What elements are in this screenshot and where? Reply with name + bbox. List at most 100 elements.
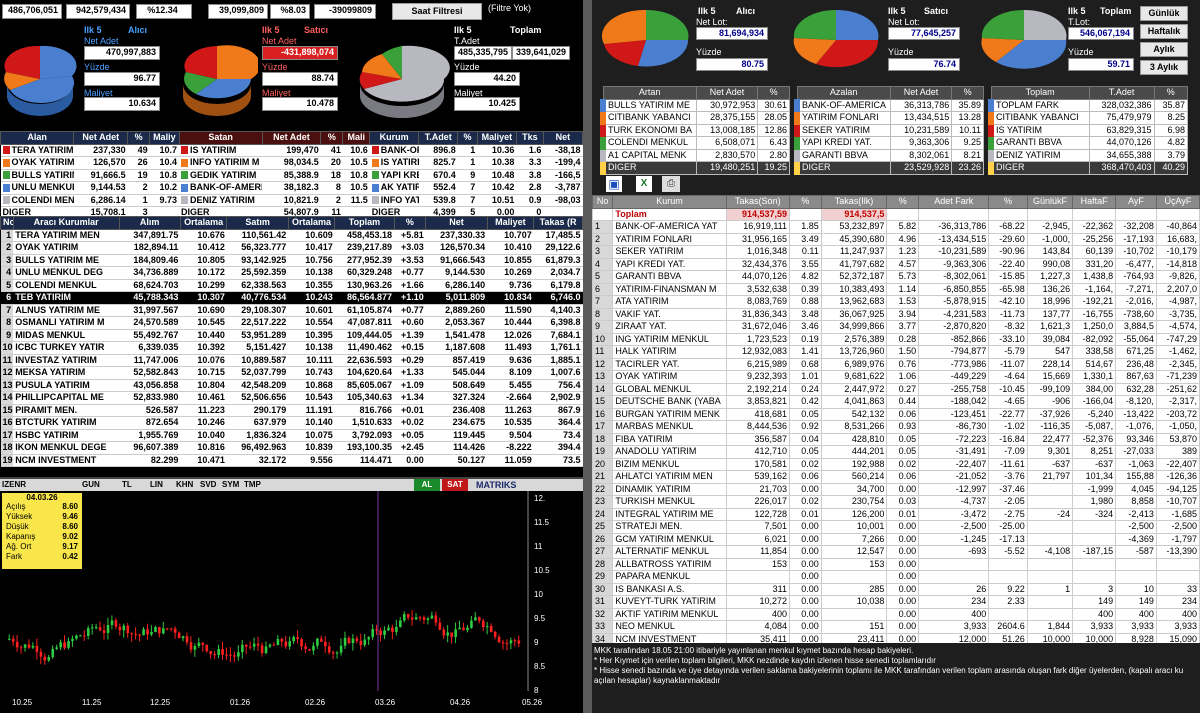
broker-row[interactable]: 13 PUSULA YATIRIM 43,056.858 10.804 42,548.2…	[0, 379, 583, 392]
mkk-row[interactable]: 22 DINAMIK YATIRIM 21,703 0.00 34,700 0.00 -12…	[592, 482, 1200, 496]
weekly-button[interactable]: Haftalık	[1140, 24, 1188, 39]
mkk-row[interactable]: 18 FIBA YATIRIM 356,587 0.04 428,810 0.05 -72,…	[592, 432, 1200, 446]
mkk-row[interactable]: 6 YATIRIM-FINANSMAN M 3,532,638 0.39 10,383,…	[592, 282, 1200, 296]
table-row[interactable]: COLENDI MENKUL 6,508,071 6.43	[599, 136, 790, 150]
broker-row[interactable]: 7 ALNUS YATIRIM ME 31,997.567 10.690 29,108.…	[0, 304, 583, 317]
mkk-row[interactable]: 17 MARBAS MENKUL 8,444,536 0.92 8,531,266 0.9…	[592, 420, 1200, 434]
chart-toolbar-item[interactable]: LIN	[150, 479, 163, 491]
chart-toolbar-item[interactable]: SVD	[200, 479, 216, 491]
mkk-row[interactable]: 33 NEO MENKUL 4,084 0.00 151 0.00 3,933 2604.6 1…	[592, 620, 1200, 634]
broker-row[interactable]: 1 TERA YATIRIM MEN 347,891.75 10.676 110,561…	[0, 229, 583, 242]
broker-row[interactable]: 3 BULLS YATIRIM ME 184,809.46 10.805 93,142.…	[0, 254, 583, 267]
chart-toolbar-item[interactable]: TMP	[244, 479, 261, 491]
table-row[interactable]: IS YATIRIM 63,829,315 6.98	[987, 123, 1188, 137]
table-row[interactable]: CITIBANK YABANCI 75,479,979 8.25	[987, 111, 1188, 125]
mkk-row[interactable]: 30 IS BANKASI A.S. 311 0.00 285 0.00 26 9.22 1 3 1…	[592, 582, 1200, 596]
mkk-row[interactable]: 16 BURGAN YATIRIM MENK 418,681 0.05 542,132 0…	[592, 407, 1200, 421]
mkk-row[interactable]: 13 OYAK YATIRIM 9,232,393 1.01 9,681,622 1.06…	[592, 370, 1200, 384]
mkk-row[interactable]: 26 GCM YATIRIM MENKUL 6,021 0.00 7,266 0.00 -1…	[592, 532, 1200, 546]
mkk-row[interactable]: 34 NCM INVESTMENT 35,411 0.00 23,411 0.00 12,0…	[592, 632, 1200, 643]
table-row[interactable]: TERA YATIRIM 237,330 49 10.7 IS YATIRIM 199,4…	[0, 144, 583, 157]
table-row[interactable]: GARANTI BBVA 44,070,126 4.82	[987, 136, 1188, 150]
table-row[interactable]: DENIZ YATIRIM 34,655,388 3.79	[987, 148, 1188, 162]
broker-row[interactable]: 19 NCM INVESTMENT 82.299 10.471 32.172 9.556 1…	[0, 454, 583, 467]
chart-toolbar-item[interactable]: GUN	[82, 479, 100, 491]
mkk-row[interactable]: 7 ATA YATIRIM 8,083,769 0.88 13,962,683 1.53-…	[592, 295, 1200, 309]
table-row[interactable]: COLENDI MENK6,286.1419.73 DENIZ YATIRIM 10…	[0, 194, 583, 207]
mkk-row[interactable]: 21 AHLATCI YATIRIM MEN 539,162 0.06 560,214 0…	[592, 470, 1200, 484]
table-row[interactable]: DIGER 23,529,928 23.26	[793, 161, 984, 175]
print-icon[interactable]: ⎙	[662, 176, 680, 192]
candle-body	[241, 644, 244, 653]
save-icon[interactable]: ▣	[606, 176, 622, 192]
mkk-row[interactable]: 23 TURKISH MENKUL 226,017 0.02 230,754 0.03 -4…	[592, 495, 1200, 509]
broker-row[interactable]: 5 COLENDI MENKUL 68,624.703 10.299 62,338.56…	[0, 279, 583, 292]
table-row[interactable]: BULLS YATIRIM ME 30,972,953 30.61	[599, 98, 790, 112]
table-row[interactable]: BULLS YATIRIM 91,666.5 19 10.8 GEDIK YATIRIM…	[0, 169, 583, 182]
broker-row[interactable]: 9 MIDAS MENKUL 55,492.767 10.440 53,951.289 1…	[0, 329, 583, 342]
table-row[interactable]: TURK EKONOMI BA 13,008,185 12.86	[599, 123, 790, 137]
table-row[interactable]: BANK-OF-AMERICA 36,313,786 35.89	[793, 98, 984, 112]
broker-row[interactable]: 8 OSMANLI YATIRIM M 24,570.589 10.545 22,517…	[0, 316, 583, 330]
mkk-row[interactable]: 32 AKTIF YATIRIM MENKUL 400 0.00 0.00 400 400 4…	[592, 607, 1200, 621]
broker-row[interactable]: 16 BTCTURK YATIRIM 872.654 10.246 637.979 10.…	[0, 416, 583, 430]
daily-button[interactable]: Günlük	[1140, 6, 1188, 21]
mkk-row[interactable]: 31 KUVEYT-TURK YATIRIM 10,272 0.00 10,038 0.0…	[592, 595, 1200, 609]
table-row[interactable]: YAPI KREDI YAT. 9,363,306 9.25	[793, 136, 984, 150]
mkk-row[interactable]: 11 HALK YATIRIM 12,932,083 1.41 13,726,960 1.…	[592, 345, 1200, 359]
table-row[interactable]: DIGER 368,470,403 40.29	[987, 161, 1188, 175]
chart-toolbar-item[interactable]: TL	[122, 479, 132, 491]
broker-row[interactable]: 2 OYAK YATIRIM 182,894.11 10.412 56,323.777 1…	[0, 241, 583, 255]
mkk-row[interactable]: 28 ALLBATROSS YATIRIM 153 0.00 153 0.00	[592, 557, 1200, 571]
sell-button[interactable]: SAT	[442, 479, 468, 491]
mkk-row[interactable]: 10 ING YATIRIM MENKUL 1,723,523 0.19 2,576,3…	[592, 332, 1200, 346]
column-header: Takas(Son)	[725, 195, 791, 209]
mkk-row[interactable]: 9 ZIRAAT YAT. 31,672,046 3.46 34,999,866 3.77…	[592, 320, 1200, 334]
table-row[interactable]: SEKER YATIRIM 10,231,589 10.11	[793, 123, 984, 137]
excel-export-icon[interactable]: X	[636, 176, 652, 192]
mkk-row[interactable]: 24 INTEGRAL YATIRIM ME 122,728 0.01 126,200 0…	[592, 507, 1200, 521]
chart-toolbar-item[interactable]: IZENR	[2, 479, 26, 491]
mkk-row[interactable]: 8 VAKIF YAT. 31,836,343 3.48 36,067,925 3.94-…	[592, 307, 1200, 321]
table-row[interactable]: A1 CAPITAL MENK 2,830,570 2.80	[599, 148, 790, 162]
mkk-row[interactable]: 14 GLOBAL MENKUL 2,192,214 0.24 2,447,972 0.2…	[592, 382, 1200, 396]
chart-toolbar-item[interactable]: SYM	[222, 479, 239, 491]
mkk-row[interactable]: 29 PAPARA MENKUL 0.00 0.00	[592, 570, 1200, 584]
table-row[interactable]: CITIBANK YABANCI 28,375,155 28.05	[599, 111, 790, 125]
panel-splitter[interactable]	[583, 0, 592, 713]
mkk-table-container[interactable]: No Kurum Takas(Son)% Takas(Ilk)% Adet Fark% G…	[592, 195, 1200, 643]
total-row[interactable]: Toplam 914,537,59 914,537,5	[592, 207, 1200, 221]
table-cell: 35,411	[725, 632, 791, 643]
broker-row[interactable]: 11 INVESTAZ YATIRIM 11,747.006 10.076 10,889…	[0, 354, 583, 367]
broker-row[interactable]: 17 HSBC YATIRIM 1,955.769 10.040 1,836.324 10…	[0, 429, 583, 442]
broker-row[interactable]: 18 IKON MENKUL DEGE 96,607.389 10.816 96,492…	[0, 441, 583, 455]
mkk-row[interactable]: 20 BIZIM MENKUL 170,581 0.02 192,988 0.02 -22,…	[592, 457, 1200, 471]
table-row[interactable]: YATIRIM FONLARI 13,434,515 13.28	[793, 111, 984, 125]
mkk-row[interactable]: 19 ANADOLU YATIRIM 412,710 0.05 444,201 0.05-…	[592, 445, 1200, 459]
broker-row[interactable]: 15 PIRAMIT MEN. 526.587 11.223 290.179 11.191…	[0, 404, 583, 417]
mkk-row[interactable]: 15 DEUTSCHE BANK (YABA 3,853,821 0.42 4,041,…	[592, 395, 1200, 409]
mkk-row[interactable]: 25 STRATEJI MEN. 7,501 0.00 10,001 0.00 -2,500…	[592, 520, 1200, 534]
broker-row[interactable]: 12 MEKSA YATIRIM 52,582.843 10.715 52,037.79…	[0, 366, 583, 380]
mkk-row[interactable]: 5 GARANTI BBVA 44,070,126 4.82 52,372,187 5.7…	[592, 270, 1200, 284]
mkk-row[interactable]: 12 TACIRLER YAT. 6,215,989 0.68 6,989,976 0.7…	[592, 357, 1200, 371]
broker-row[interactable]: 4 UNLU MENKUL DEG 34,736.889 10.172 25,592.3…	[0, 266, 583, 280]
three-month-button[interactable]: 3 Aylık	[1140, 60, 1188, 75]
mkk-row[interactable]: 2 YATIRIM FONLARI 31,956,165 3.49 45,390,680…	[592, 232, 1200, 246]
table-row[interactable]: TOPLAM FARK 328,032,386 35.87	[987, 98, 1188, 112]
time-filter-button[interactable]: Saat Filtresi	[392, 3, 482, 20]
table-row[interactable]: GARANTI BBVA 8,302,061 8.21	[793, 148, 984, 162]
chart-toolbar-item[interactable]: KHN	[176, 479, 193, 491]
table-row[interactable]: UNLU MENKUL 9,144.53 2 10.2 BANK-OF-AMERI 38,…	[0, 181, 583, 195]
mkk-row[interactable]: 27 ALTERNATIF MENKUL 11,854 0.00 12,547 0.00-…	[592, 545, 1200, 559]
mkk-row[interactable]: 4 YAPI KREDI YAT. 32,434,376 3.55 41,797,682…	[592, 257, 1200, 271]
mkk-row[interactable]: 3 SEKER YATIRIM 1,016,348 0.11 11,247,937 1.2…	[592, 245, 1200, 259]
broker-row[interactable]: 10 ICBC TURKEY YATIR 6,339.035 10.392 5,151.…	[0, 341, 583, 355]
mkk-row[interactable]: 1 BANK-OF-AMERICA YAT 16,919,111 1.85 53,232…	[592, 220, 1200, 234]
table-row[interactable]: OYAK YATIRIM 126,570 26 10.4 INFO YATIRIM M9…	[0, 156, 583, 170]
broker-row[interactable]: 6 TEB YATIRIM 45,788.343 10.307 40,776.534 10…	[0, 291, 583, 305]
broker-row[interactable]: 14 PHILLIPCAPITAL ME 52,833.980 10.461 52,50…	[0, 391, 583, 405]
monthly-button[interactable]: Aylık	[1140, 42, 1188, 57]
buy-button[interactable]: AL	[414, 479, 440, 491]
table-row[interactable]: DIGER 19,480,251 19.25	[599, 161, 790, 175]
